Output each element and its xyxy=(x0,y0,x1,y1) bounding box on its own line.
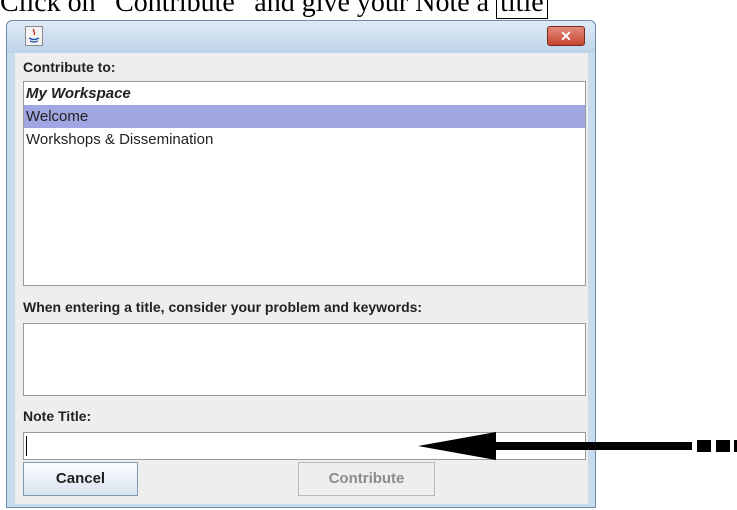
document-text-prefix: Click on “Contribute” and give your Note… xyxy=(0,0,497,18)
text-caret xyxy=(26,436,27,456)
contribute-button[interactable]: Contribute xyxy=(298,462,435,496)
close-button[interactable]: ✕ xyxy=(547,26,585,46)
close-icon: ✕ xyxy=(560,28,572,44)
arrow-icon xyxy=(418,432,737,460)
title-hint-label: When entering a title, consider your pro… xyxy=(23,299,423,315)
keywords-textarea[interactable] xyxy=(23,323,586,396)
note-title-label: Note Title: xyxy=(23,408,92,424)
cancel-button[interactable]: Cancel xyxy=(23,462,138,496)
list-item-my-workspace[interactable]: My Workspace xyxy=(24,82,585,105)
workspace-list[interactable]: My Workspace Welcome Workshops & Dissemi… xyxy=(23,81,586,286)
java-icon xyxy=(25,26,43,46)
list-item-welcome[interactable]: Welcome xyxy=(24,105,585,128)
list-item-workshops[interactable]: Workshops & Dissemination xyxy=(24,128,585,151)
document-text: Click on “Contribute” and give your Note… xyxy=(0,0,737,20)
contribute-to-label: Contribute to: xyxy=(23,59,116,75)
title-bar[interactable]: ✕ xyxy=(7,21,595,53)
document-text-boxed-word: title xyxy=(496,0,548,19)
